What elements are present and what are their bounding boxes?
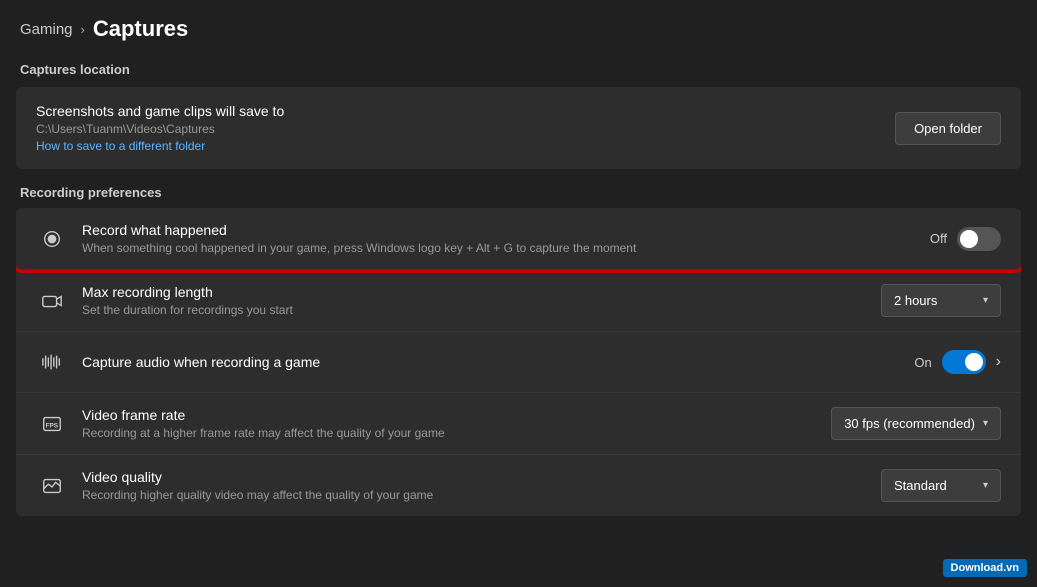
- video-frame-rate-name: Video frame rate: [82, 407, 445, 423]
- max-recording-length-row: Max recording length Set the duration fo…: [16, 270, 1021, 332]
- capture-audio-toggle[interactable]: [942, 350, 986, 374]
- captures-location-info: Screenshots and game clips will save to …: [36, 103, 284, 153]
- capture-audio-name: Capture audio when recording a game: [82, 354, 320, 370]
- max-recording-length-right: 2 hours ▾: [881, 284, 1001, 317]
- max-recording-length-desc: Set the duration for recordings you star…: [82, 303, 293, 317]
- capture-audio-toggle-label: On: [914, 355, 931, 370]
- max-recording-length-value: 2 hours: [894, 293, 937, 308]
- chevron-down-icon: ▾: [983, 480, 988, 491]
- captures-location-link[interactable]: How to save to a different folder: [36, 139, 284, 153]
- video-frame-rate-desc: Recording at a higher frame rate may aff…: [82, 426, 445, 440]
- record-what-happened-right: Off: [930, 227, 1001, 251]
- record-what-happened-row: Record what happened When something cool…: [16, 208, 1021, 270]
- max-recording-length-name: Max recording length: [82, 284, 293, 300]
- max-recording-length-text: Max recording length Set the duration fo…: [82, 284, 293, 317]
- captures-location-path: C:\Users\Tuanm\Videos\Captures: [36, 122, 284, 136]
- capture-audio-expand-icon[interactable]: ›: [996, 353, 1001, 371]
- video-quality-right: Standard ▾: [881, 469, 1001, 502]
- video-quality-dropdown[interactable]: Standard ▾: [881, 469, 1001, 502]
- record-icon: [36, 223, 68, 255]
- recording-settings-container: Record what happened When something cool…: [16, 208, 1021, 516]
- video-frame-rate-row: FPS Video frame rate Recording at a high…: [16, 393, 1021, 455]
- video-frame-rate-text: Video frame rate Recording at a higher f…: [82, 407, 445, 440]
- video-quality-desc: Recording higher quality video may affec…: [82, 488, 433, 502]
- captures-location-title: Screenshots and game clips will save to: [36, 103, 284, 119]
- quality-icon: [36, 470, 68, 502]
- capture-audio-left: Capture audio when recording a game: [36, 346, 320, 378]
- captures-location-card: Screenshots and game clips will save to …: [16, 87, 1021, 169]
- fps-icon: FPS: [36, 408, 68, 440]
- record-what-happened-desc: When something cool happened in your gam…: [82, 241, 636, 255]
- record-what-happened-text: Record what happened When something cool…: [82, 222, 636, 255]
- chevron-down-icon: ▾: [983, 295, 988, 306]
- video-quality-left: Video quality Recording higher quality v…: [36, 469, 433, 502]
- open-folder-button[interactable]: Open folder: [895, 112, 1001, 145]
- recording-section-label: Recording preferences: [0, 181, 1037, 208]
- record-toggle[interactable]: [957, 227, 1001, 251]
- capture-audio-text: Capture audio when recording a game: [82, 354, 320, 370]
- svg-text:FPS: FPS: [46, 422, 59, 429]
- audio-icon: [36, 346, 68, 378]
- video-quality-row: Video quality Recording higher quality v…: [16, 455, 1021, 516]
- video-frame-rate-value: 30 fps (recommended): [844, 416, 975, 431]
- record-what-happened-name: Record what happened: [82, 222, 636, 238]
- video-quality-value: Standard: [894, 478, 947, 493]
- video-quality-text: Video quality Recording higher quality v…: [82, 469, 433, 502]
- record-toggle-label: Off: [930, 231, 947, 246]
- camera-icon: [36, 285, 68, 317]
- breadcrumb-gaming[interactable]: Gaming: [20, 21, 73, 38]
- video-frame-rate-dropdown[interactable]: 30 fps (recommended) ▾: [831, 407, 1001, 440]
- watermark: Download.vn: [943, 559, 1027, 577]
- capture-audio-row: Capture audio when recording a game On ›: [16, 332, 1021, 393]
- chevron-down-icon: ▾: [983, 418, 988, 429]
- video-frame-rate-right: 30 fps (recommended) ▾: [831, 407, 1001, 440]
- captures-section-label: Captures location: [0, 54, 1037, 87]
- record-what-happened-left: Record what happened When something cool…: [36, 222, 636, 255]
- breadcrumb-chevron: ›: [81, 22, 85, 37]
- max-recording-length-dropdown[interactable]: 2 hours ▾: [881, 284, 1001, 317]
- video-quality-name: Video quality: [82, 469, 433, 485]
- page-title: Captures: [93, 16, 188, 42]
- video-frame-rate-left: FPS Video frame rate Recording at a high…: [36, 407, 445, 440]
- breadcrumb: Gaming › Captures: [0, 0, 1037, 54]
- capture-audio-right: On ›: [914, 350, 1001, 374]
- max-recording-length-left: Max recording length Set the duration fo…: [36, 284, 293, 317]
